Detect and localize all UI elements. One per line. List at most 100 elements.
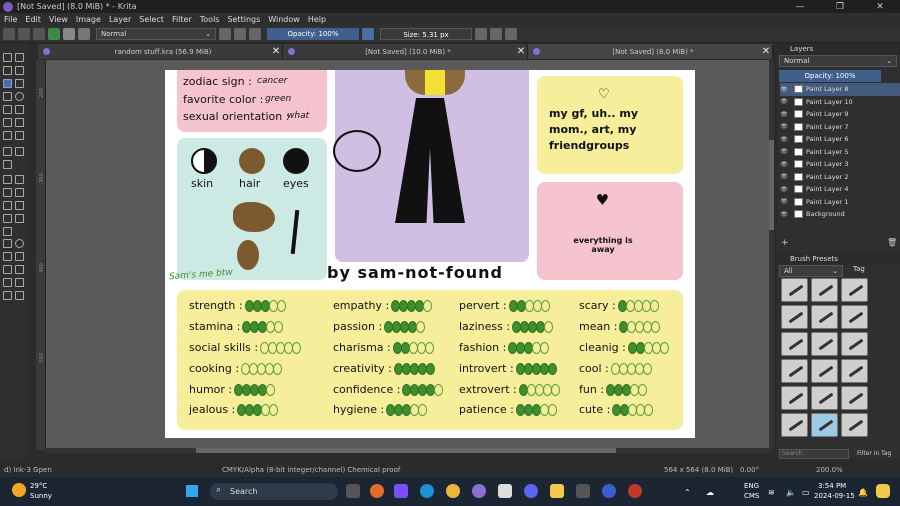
visibility-eye-icon[interactable]: 👁 [780,186,788,193]
task-view-icon[interactable] [346,484,360,498]
dynamic-brush-tool-icon[interactable] [3,131,12,140]
visibility-eye-icon[interactable]: 👁 [780,86,788,93]
edit-shapes-tool-icon[interactable] [3,66,12,75]
brush-preset[interactable] [811,305,838,329]
visibility-eye-icon[interactable]: 👁 [780,161,788,168]
weather-desc[interactable]: Sunny [30,492,52,500]
visibility-eye-icon[interactable]: 👁 [780,98,788,105]
close-window-button[interactable]: ✕ [860,2,900,12]
menu-tools[interactable]: Tools [196,15,224,24]
crop-tool-icon[interactable] [3,160,12,169]
line-tool-icon[interactable] [15,79,24,88]
freehand-path-tool-icon[interactable] [15,118,24,127]
app-icon[interactable] [602,484,616,498]
wrap-around-icon[interactable] [505,28,517,40]
reload-preset-icon[interactable] [249,28,261,40]
rectangle-tool-icon[interactable] [3,92,12,101]
blend-mode-dropdown[interactable]: Normal ⌄ [96,28,216,40]
menu-edit[interactable]: Edit [21,15,45,24]
menu-view[interactable]: View [45,15,72,24]
battery-icon[interactable]: ▭ [802,488,810,497]
layer-blend-dropdown[interactable]: Normal ⌄ [779,55,897,67]
select-shapes-tool-icon[interactable] [3,53,12,62]
layer-row[interactable]: 👁 Paint Layer 2 [780,171,900,184]
menu-filter[interactable]: Filter [168,15,196,24]
media-player-icon[interactable] [394,484,408,498]
brush-preset[interactable] [841,278,868,302]
menu-window[interactable]: Window [264,15,304,24]
contiguous-select-tool-icon[interactable] [3,265,12,274]
transform-tool-icon[interactable] [3,147,12,156]
brush-filter-dropdown[interactable]: All ⌄ [779,265,843,277]
status-zoom[interactable]: 200.0% [816,466,843,474]
menu-file[interactable]: File [0,15,21,24]
similar-select-tool-icon[interactable] [15,265,24,274]
weather-sun-icon[interactable] [12,483,26,497]
ellipse-select-tool-icon[interactable] [15,239,24,248]
brush-preset[interactable] [781,386,808,410]
new-document-icon[interactable] [3,28,15,40]
volume-icon[interactable]: 🔈 [786,488,796,497]
magnetic-select-tool-icon[interactable] [15,278,24,287]
layer-row[interactable]: 👁 Paint Layer 8 [780,83,900,96]
polygon-tool-icon[interactable] [3,105,12,114]
close-tab-icon[interactable]: ✕ [270,46,282,57]
zoom-tool-icon[interactable] [3,291,12,300]
freehand-brush-tool-icon[interactable] [3,79,12,88]
file-explorer-icon[interactable] [550,484,564,498]
status-rotation[interactable]: 0.00° [740,466,759,474]
brush-preset[interactable] [811,278,838,302]
close-tab-icon[interactable]: ✕ [515,46,527,57]
save-document-icon[interactable] [33,28,45,40]
app-icon-2[interactable] [628,484,642,498]
add-layer-icon[interactable]: + [781,238,789,248]
krita-taskbar-icon[interactable] [472,484,486,498]
enclose-fill-tool-icon[interactable] [15,201,24,210]
brush-preset[interactable] [841,386,868,410]
tab-random-stuff[interactable]: random stuff.kra (56.9 MiB) ✕ [38,44,283,59]
freehand-select-tool-icon[interactable] [15,252,24,261]
chrome-icon[interactable] [446,484,460,498]
brush-search-input[interactable]: Search [779,449,849,459]
clock-date[interactable]: 2024-09-15 [814,492,855,500]
gradient-tool-icon[interactable] [3,175,12,184]
visibility-eye-icon[interactable]: 👁 [780,123,788,130]
opacity-slider[interactable]: Opacity: 100% [267,28,359,40]
open-document-icon[interactable] [18,28,30,40]
language-2[interactable]: CMS [744,492,759,500]
brush-preset[interactable] [781,278,808,302]
vertical-scrollbar[interactable] [769,60,774,450]
calligraphy-tool-icon[interactable] [15,66,24,75]
notification-bell-icon[interactable]: 🔔 [858,488,868,497]
pan-tool-icon[interactable] [15,291,24,300]
firefox-icon[interactable] [370,484,384,498]
reference-image-tool-icon[interactable] [3,227,12,236]
menu-help[interactable]: Help [304,15,330,24]
brush-preset-icon[interactable] [78,28,90,40]
bezier-tool-icon[interactable] [3,118,12,127]
copilot-icon[interactable] [876,484,890,498]
mirror-horizontal-icon[interactable] [475,28,487,40]
menu-select[interactable]: Select [135,15,168,24]
mirror-vertical-icon[interactable] [490,28,502,40]
clock-time[interactable]: 3:54 PM [818,482,846,490]
brush-preset[interactable] [811,386,838,410]
smart-patch-tool-icon[interactable] [15,188,24,197]
menu-image[interactable]: Image [72,15,105,24]
move-tool-icon[interactable] [15,147,24,156]
brush-preset[interactable] [841,305,868,329]
size-slider[interactable]: Size: 5.31 px [380,28,472,40]
rect-select-tool-icon[interactable] [3,239,12,248]
brush-preset[interactable] [811,359,838,383]
language-1[interactable]: ENG [744,482,759,490]
visibility-eye-icon[interactable]: 👁 [780,111,788,118]
taskbar-search-box[interactable]: ⌕ Search [210,483,338,500]
tab-not-saved-8mb[interactable]: [Not Saved] (8.0 MiB) * ✕ [528,44,773,59]
bezier-select-tool-icon[interactable] [3,278,12,287]
gradient-swatch-icon[interactable] [48,28,60,40]
layer-row[interactable]: 👁 Paint Layer 5 [780,146,900,159]
text-tool-icon[interactable] [15,53,24,62]
maximize-button[interactable]: ❐ [820,2,860,12]
pattern-swatch-icon[interactable] [63,28,75,40]
layer-row[interactable]: 👁 Paint Layer 4 [780,183,900,196]
